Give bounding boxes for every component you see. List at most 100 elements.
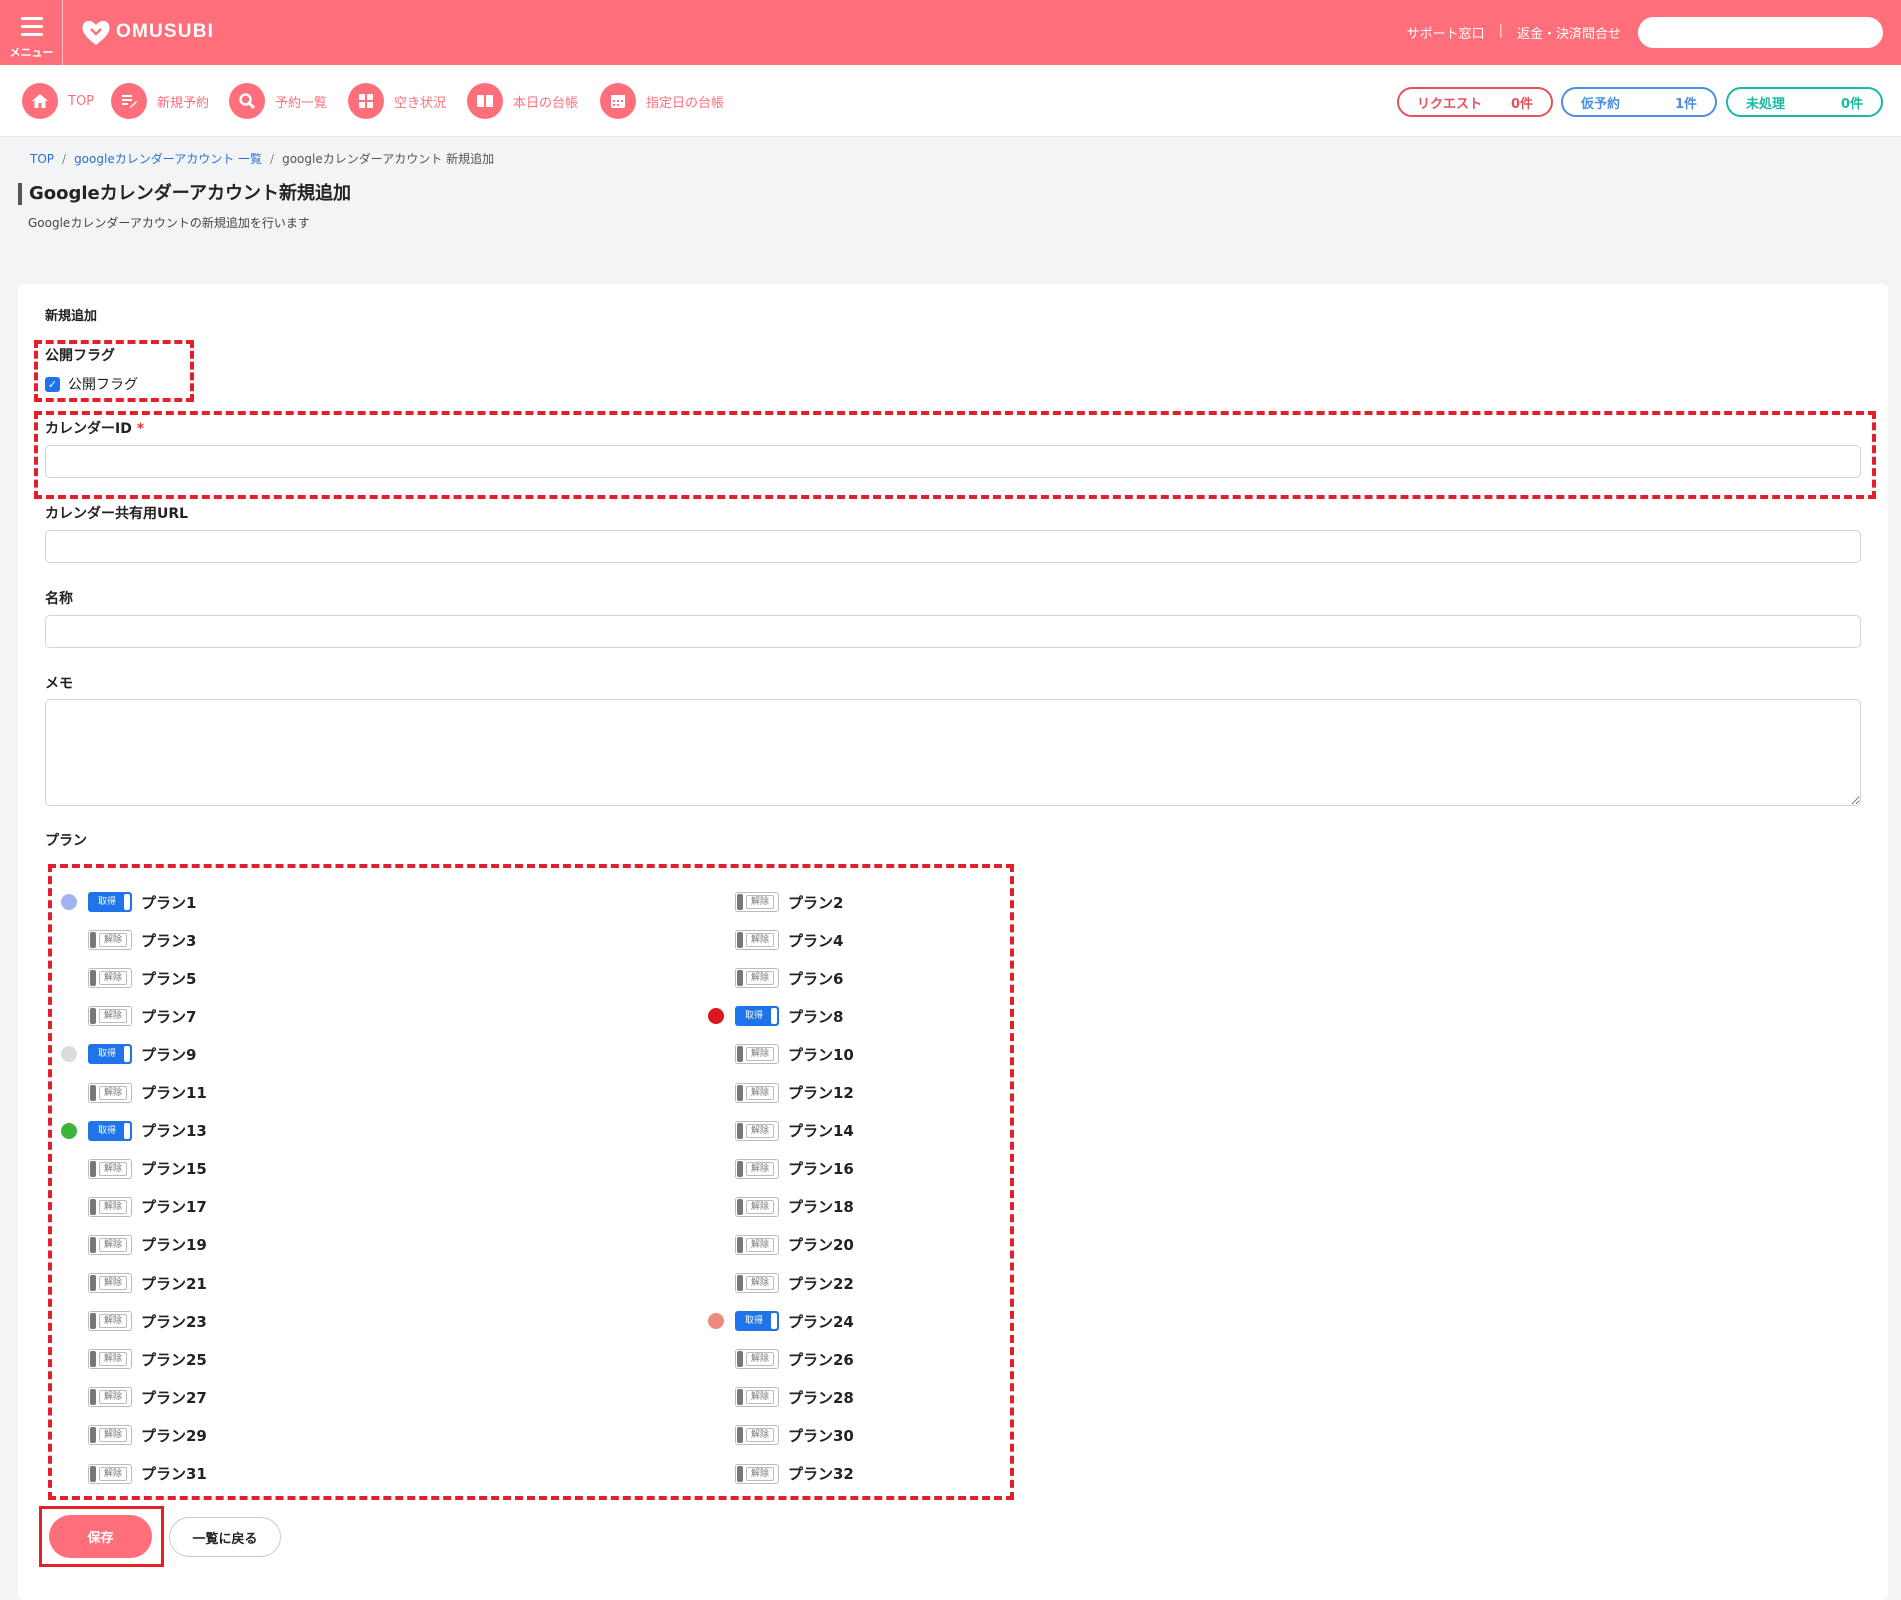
plan-toggle[interactable]: 解除 — [88, 1234, 132, 1255]
save-button[interactable]: 保存 — [49, 1515, 152, 1558]
plan-item: 解除 プラン32 — [735, 1463, 854, 1485]
plan-toggle[interactable]: 解除 — [735, 930, 779, 951]
nav-availability[interactable]: 空き状況 — [348, 83, 446, 119]
plan-toggle[interactable]: 解除 — [88, 1273, 132, 1293]
plan-toggle[interactable]: 解除 — [88, 1387, 132, 1408]
plan-toggle[interactable]: 解除 — [735, 1273, 779, 1293]
header-search-input[interactable] — [1638, 17, 1883, 48]
breadcrumb-separator: / — [270, 152, 275, 166]
toggle-knob — [737, 932, 743, 949]
plan-toggle[interactable]: 解除 — [88, 1196, 132, 1217]
plan-item: 解除 プラン11 — [88, 1082, 207, 1104]
request-status-button[interactable]: リクエスト 0件 — [1397, 87, 1553, 117]
toggle-knob — [90, 970, 96, 987]
plan-item: 解除 プラン2 — [735, 891, 843, 913]
plan-toggle[interactable]: 取得 — [735, 1311, 779, 1332]
nav-new-reservation[interactable]: 新規予約 — [111, 83, 209, 119]
toggle-knob — [771, 1313, 777, 1330]
calendar-id-input[interactable] — [45, 445, 1861, 478]
request-status-label: リクエスト — [1417, 96, 1483, 112]
share-url-input[interactable] — [45, 530, 1861, 563]
breadcrumb-top-link[interactable]: TOP — [30, 152, 54, 166]
nav-date-ledger[interactable]: 指定日の台帳 — [600, 83, 724, 119]
menu-button[interactable]: メニュー — [0, 0, 63, 65]
plan-toggle[interactable]: 解除 — [735, 1120, 779, 1141]
plan-toggle[interactable]: 解除 — [735, 1044, 779, 1065]
provisional-status-button[interactable]: 仮予約 1件 — [1561, 87, 1717, 117]
menu-label: メニュー — [9, 46, 54, 59]
plan-toggle[interactable]: 解除 — [735, 1196, 779, 1217]
plan-toggle[interactable]: 取得 — [735, 1006, 779, 1027]
toggle-knob — [737, 1389, 743, 1406]
plan-name: プラン12 — [788, 1084, 854, 1102]
toggle-text: 解除 — [99, 933, 127, 948]
plan-toggle[interactable]: 解除 — [88, 1006, 132, 1027]
plan-toggle[interactable]: 解除 — [735, 1425, 779, 1446]
plan-toggle[interactable]: 解除 — [735, 1463, 779, 1484]
plan-color-dot — [708, 1313, 724, 1330]
plan-name: プラン1 — [141, 893, 197, 912]
plan-item: 解除 プラン3 — [88, 929, 196, 951]
plan-toggle[interactable]: 解除 — [88, 930, 132, 951]
check-icon[interactable]: ✓ — [45, 376, 60, 392]
plan-label: プラン — [45, 833, 87, 849]
name-input[interactable] — [45, 615, 1861, 648]
nav-date-ledger-label: 指定日の台帳 — [646, 95, 725, 111]
plan-toggle[interactable]: 解除 — [735, 1349, 779, 1370]
plan-item: 解除 プラン22 — [735, 1272, 854, 1294]
plan-toggle[interactable]: 解除 — [88, 1425, 132, 1446]
plan-toggle[interactable]: 解除 — [735, 1234, 779, 1255]
back-to-list-button[interactable]: 一覧に戻る — [169, 1517, 281, 1557]
toggle-text: 解除 — [746, 1047, 774, 1062]
plan-toggle[interactable]: 解除 — [735, 1082, 779, 1103]
plan-name: プラン27 — [141, 1388, 207, 1407]
plan-item: 解除 プラン21 — [88, 1272, 207, 1294]
plan-toggle[interactable]: 解除 — [735, 1158, 779, 1179]
plan-toggle[interactable]: 解除 — [88, 1463, 132, 1484]
toggle-text: 解除 — [746, 1237, 774, 1252]
plan-name: プラン22 — [788, 1274, 854, 1293]
plan-toggle[interactable]: 取得 — [88, 1120, 132, 1141]
plan-toggle[interactable]: 取得 — [88, 1044, 132, 1065]
plan-name: プラン8 — [788, 1007, 844, 1026]
plan-toggle[interactable]: 解除 — [735, 1387, 779, 1408]
breadcrumb-list-link[interactable]: googleカレンダーアカウント 一覧 — [74, 152, 262, 166]
plan-name: プラン11 — [141, 1084, 207, 1102]
unprocessed-status-button[interactable]: 未処理 0件 — [1726, 87, 1883, 117]
plan-toggle[interactable]: 解除 — [88, 1158, 132, 1179]
nav-top[interactable]: TOP — [22, 83, 94, 119]
unprocessed-status-label: 未処理 — [1746, 96, 1786, 112]
toggle-knob — [771, 1008, 777, 1025]
top-links: サポート窓口 | 返金・決済問合せ — [1407, 23, 1621, 42]
refund-link[interactable]: 返金・決済問合せ — [1517, 23, 1621, 42]
nav-today-ledger[interactable]: 本日の台帳 — [467, 83, 578, 119]
memo-textarea[interactable] — [45, 699, 1861, 806]
plan-item: 解除 プラン29 — [88, 1424, 207, 1446]
plan-toggle[interactable]: 取得 — [88, 892, 132, 912]
toggle-knob — [90, 1084, 96, 1101]
nav-reservation-list[interactable]: 予約一覧 — [229, 83, 327, 119]
plan-toggle[interactable]: 解除 — [735, 968, 779, 989]
plan-toggle[interactable]: 解除 — [735, 892, 779, 912]
support-link[interactable]: サポート窓口 — [1407, 23, 1485, 42]
toggle-knob — [124, 1122, 130, 1139]
toggle-text: 解除 — [746, 1276, 774, 1290]
toggle-text: 解除 — [746, 1123, 774, 1138]
toggle-text: 解除 — [746, 1085, 774, 1100]
toggle-knob — [737, 1046, 743, 1063]
toggle-text: 解除 — [99, 1085, 127, 1100]
plan-name: プラン15 — [141, 1160, 207, 1179]
logo[interactable]: OMUSUBI — [80, 17, 214, 47]
provisional-status-count: 1件 — [1674, 96, 1697, 112]
plan-toggle[interactable]: 解除 — [88, 1082, 132, 1103]
public-flag-checkbox[interactable]: ✓ 公開フラグ — [45, 374, 138, 394]
heart-logo-icon — [80, 17, 112, 47]
plan-toggle[interactable]: 解除 — [88, 1311, 132, 1332]
plan-toggle[interactable]: 解除 — [88, 968, 132, 989]
toggle-knob — [737, 970, 743, 987]
toggle-knob — [90, 1275, 96, 1291]
plan-name: プラン6 — [788, 969, 844, 988]
plan-toggle[interactable]: 解除 — [88, 1349, 132, 1370]
breadcrumb-separator: / — [62, 152, 67, 166]
plan-color-dot — [61, 1122, 77, 1139]
